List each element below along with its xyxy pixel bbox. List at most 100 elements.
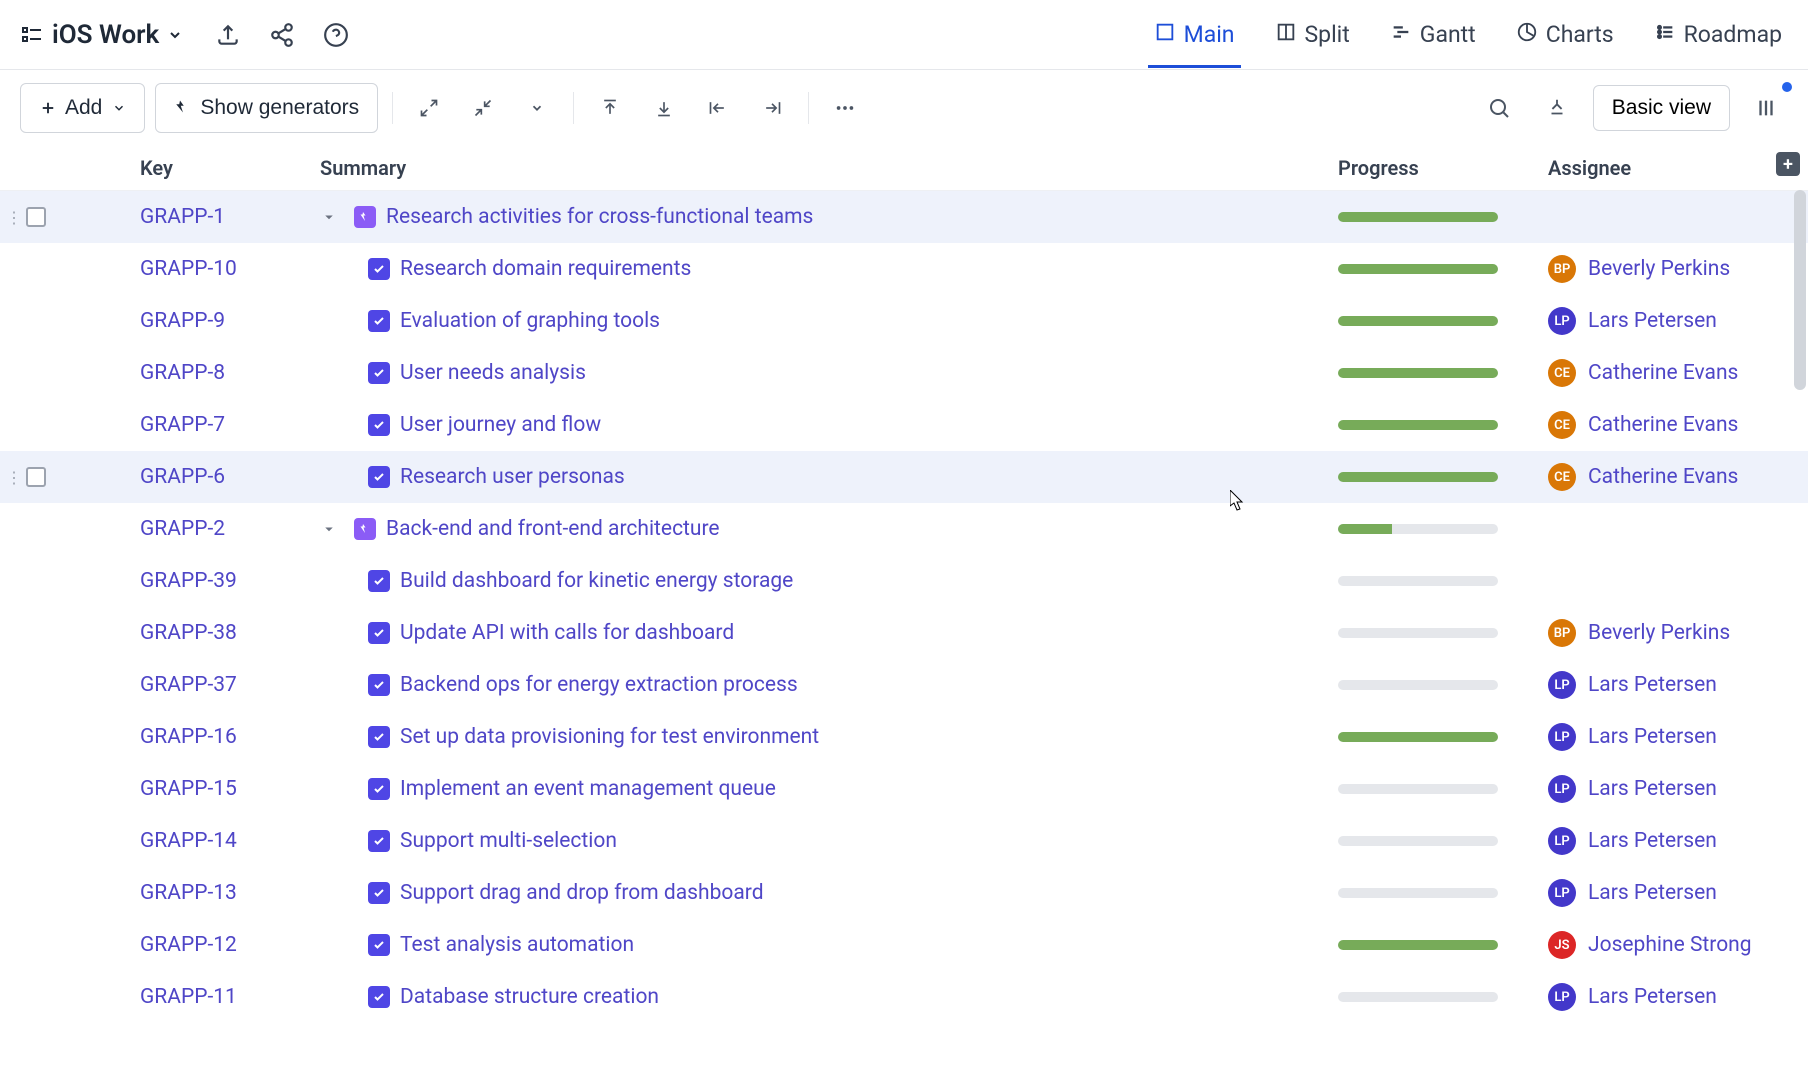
row-checkbox[interactable]	[26, 415, 46, 435]
drag-handle-icon[interactable]: ⋮⋮	[6, 208, 20, 227]
issue-key[interactable]: GRAPP-9	[88, 309, 320, 333]
row-checkbox[interactable]	[26, 311, 46, 331]
assignee-cell[interactable]: LP Lars Petersen	[1528, 827, 1808, 855]
table-row[interactable]: ⋮⋮ GRAPP-7 User journey and flow CE Cath…	[0, 399, 1808, 451]
summary-link[interactable]: Research user personas	[400, 465, 625, 489]
table-row[interactable]: ⋮⋮ GRAPP-12 Test analysis automation JS …	[0, 919, 1808, 971]
issue-key[interactable]: GRAPP-16	[88, 725, 320, 749]
summary-link[interactable]: Database structure creation	[400, 985, 659, 1009]
collapse-icon[interactable]	[461, 86, 505, 130]
assignee-cell[interactable]: LP Lars Petersen	[1528, 307, 1808, 335]
issue-key[interactable]: GRAPP-10	[88, 257, 320, 281]
table-row[interactable]: ⋮⋮ GRAPP-8 User needs analysis CE Cather…	[0, 347, 1808, 399]
assignee-cell[interactable]: BP Beverly Perkins	[1528, 619, 1808, 647]
assignee-cell[interactable]: CE Catherine Evans	[1528, 411, 1808, 439]
progress-bar[interactable]	[1338, 420, 1498, 430]
share-icon[interactable]	[269, 22, 295, 48]
columns-icon[interactable]	[1744, 86, 1788, 130]
progress-bar[interactable]	[1338, 680, 1498, 690]
drag-handle-icon[interactable]: ⋮⋮	[6, 364, 20, 383]
drag-handle-icon[interactable]: ⋮⋮	[6, 884, 20, 903]
table-row[interactable]: ⋮⋮ GRAPP-15 Implement an event managemen…	[0, 763, 1808, 815]
assignee-cell[interactable]: LP Lars Petersen	[1528, 775, 1808, 803]
row-checkbox[interactable]	[26, 779, 46, 799]
summary-link[interactable]: Backend ops for energy extraction proces…	[400, 673, 798, 697]
column-summary[interactable]: Summary	[320, 156, 1338, 180]
issue-key[interactable]: GRAPP-7	[88, 413, 320, 437]
drag-handle-icon[interactable]: ⋮⋮	[6, 520, 20, 539]
table-row[interactable]: ⋮⋮ GRAPP-37 Backend ops for energy extra…	[0, 659, 1808, 711]
indent-icon[interactable]	[750, 86, 794, 130]
column-key[interactable]: Key	[140, 156, 320, 180]
row-checkbox[interactable]	[26, 883, 46, 903]
summary-link[interactable]: Back-end and front-end architecture	[386, 517, 720, 541]
drag-handle-icon[interactable]: ⋮⋮	[6, 936, 20, 955]
table-row[interactable]: ⋮⋮ GRAPP-39 Build dashboard for kinetic …	[0, 555, 1808, 607]
drag-handle-icon[interactable]: ⋮⋮	[6, 832, 20, 851]
progress-bar[interactable]	[1338, 628, 1498, 638]
filter-icon[interactable]	[1535, 86, 1579, 130]
row-checkbox[interactable]	[26, 675, 46, 695]
drag-handle-icon[interactable]: ⋮⋮	[6, 416, 20, 435]
tab-gantt[interactable]: Gantt	[1384, 3, 1482, 67]
table-row[interactable]: ⋮⋮ GRAPP-10 Research domain requirements…	[0, 243, 1808, 295]
tab-main[interactable]: Main	[1148, 3, 1241, 67]
drag-handle-icon[interactable]: ⋮⋮	[6, 988, 20, 1007]
summary-link[interactable]: Test analysis automation	[400, 933, 634, 957]
assignee-cell[interactable]: LP Lars Petersen	[1528, 983, 1808, 1011]
issue-key[interactable]: GRAPP-6	[88, 465, 320, 489]
issue-key[interactable]: GRAPP-8	[88, 361, 320, 385]
progress-bar[interactable]	[1338, 524, 1498, 534]
drag-handle-icon[interactable]: ⋮⋮	[6, 468, 20, 487]
more-icon[interactable]	[823, 86, 867, 130]
row-checkbox[interactable]	[26, 519, 46, 539]
progress-bar[interactable]	[1338, 732, 1498, 742]
assignee-cell[interactable]: CE Catherine Evans	[1528, 359, 1808, 387]
drag-handle-icon[interactable]: ⋮⋮	[6, 676, 20, 695]
progress-bar[interactable]	[1338, 836, 1498, 846]
summary-link[interactable]: Research domain requirements	[400, 257, 691, 281]
assignee-cell[interactable]: LP Lars Petersen	[1528, 723, 1808, 751]
summary-link[interactable]: Implement an event management queue	[400, 777, 776, 801]
issue-key[interactable]: GRAPP-15	[88, 777, 320, 801]
progress-bar[interactable]	[1338, 888, 1498, 898]
row-checkbox[interactable]	[26, 363, 46, 383]
move-up-icon[interactable]	[588, 86, 632, 130]
assignee-cell[interactable]: LP Lars Petersen	[1528, 671, 1808, 699]
issue-key[interactable]: GRAPP-12	[88, 933, 320, 957]
move-down-icon[interactable]	[642, 86, 686, 130]
table-row[interactable]: ⋮⋮ GRAPP-38 Update API with calls for da…	[0, 607, 1808, 659]
row-checkbox[interactable]	[26, 831, 46, 851]
summary-link[interactable]: User needs analysis	[400, 361, 586, 385]
expand-icon[interactable]	[407, 86, 451, 130]
outdent-icon[interactable]	[696, 86, 740, 130]
progress-bar[interactable]	[1338, 368, 1498, 378]
basic-view-button[interactable]: Basic view	[1593, 85, 1730, 131]
column-assignee[interactable]: Assignee	[1528, 156, 1808, 180]
issue-key[interactable]: GRAPP-11	[88, 985, 320, 1009]
issue-key[interactable]: GRAPP-38	[88, 621, 320, 645]
project-selector[interactable]: iOS Work	[20, 20, 183, 50]
summary-link[interactable]: Support drag and drop from dashboard	[400, 881, 764, 905]
issue-key[interactable]: GRAPP-1	[88, 205, 320, 229]
add-button[interactable]: Add	[20, 83, 145, 133]
row-checkbox[interactable]	[26, 987, 46, 1007]
row-checkbox[interactable]	[26, 623, 46, 643]
table-row[interactable]: ⋮⋮ GRAPP-13 Support drag and drop from d…	[0, 867, 1808, 919]
chevron-down-icon[interactable]	[320, 208, 338, 226]
table-row[interactable]: ⋮⋮ GRAPP-14 Support multi-selection LP L…	[0, 815, 1808, 867]
chevron-down-icon[interactable]	[515, 86, 559, 130]
table-row[interactable]: ⋮⋮ GRAPP-6 Research user personas CE Cat…	[0, 451, 1808, 503]
row-checkbox[interactable]	[26, 727, 46, 747]
tab-roadmap[interactable]: Roadmap	[1648, 3, 1788, 67]
drag-handle-icon[interactable]: ⋮⋮	[6, 260, 20, 279]
assignee-cell[interactable]: BP Beverly Perkins	[1528, 255, 1808, 283]
drag-handle-icon[interactable]: ⋮⋮	[6, 572, 20, 591]
scrollbar-vertical[interactable]	[1794, 190, 1806, 390]
progress-bar[interactable]	[1338, 212, 1498, 222]
summary-link[interactable]: Evaluation of graphing tools	[400, 309, 660, 333]
table-row[interactable]: ⋮⋮ GRAPP-1 Research activities for cross…	[0, 191, 1808, 243]
summary-link[interactable]: User journey and flow	[400, 413, 601, 437]
chevron-down-icon[interactable]	[320, 520, 338, 538]
progress-bar[interactable]	[1338, 992, 1498, 1002]
